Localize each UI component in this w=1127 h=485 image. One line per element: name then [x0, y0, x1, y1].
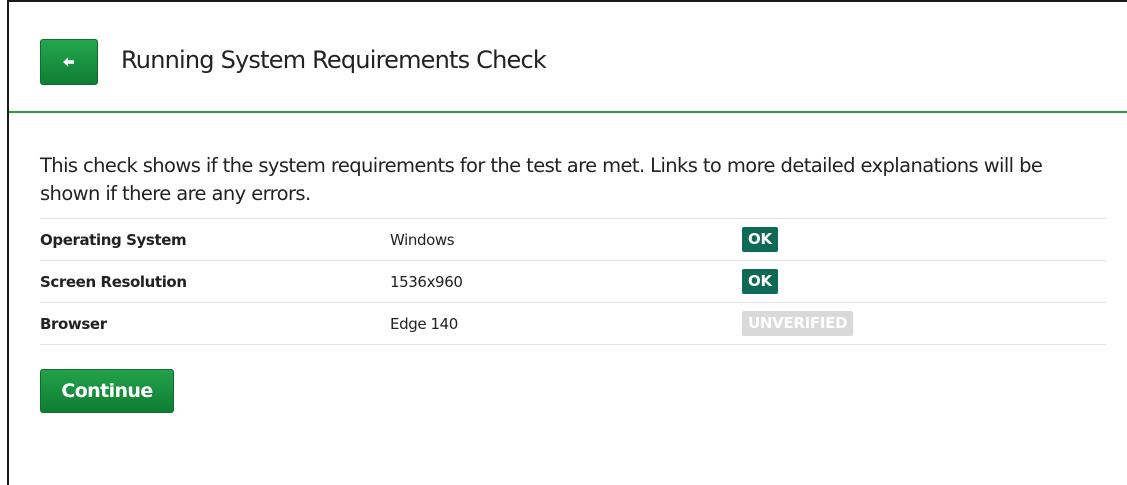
status-badge: OK [742, 269, 778, 294]
table-row: Browser Edge 140 UNVERIFIED [40, 302, 1106, 345]
requirement-value: Windows [390, 218, 742, 261]
arrow-left-icon [63, 57, 74, 67]
requirement-label: Operating System [40, 218, 390, 261]
requirements-table: Operating System Windows OK Screen Resol… [40, 218, 1106, 345]
intro-text: This check shows if the system requireme… [40, 154, 1043, 205]
table-row: Screen Resolution 1536x960 OK [40, 260, 1106, 303]
requirement-label: Browser [40, 302, 390, 345]
requirement-value: 1536x960 [390, 260, 742, 303]
back-button[interactable] [40, 39, 98, 85]
status-badge: OK [742, 227, 778, 252]
app-frame: Running System Requirements Check This c… [7, 0, 1127, 485]
continue-button[interactable]: Continue [40, 369, 174, 413]
requirement-value: Edge 140 [390, 302, 742, 345]
page-header: Running System Requirements Check [9, 2, 1127, 113]
page-title: Running System Requirements Check [121, 46, 547, 74]
status-badge: UNVERIFIED [742, 311, 854, 336]
requirement-label: Screen Resolution [40, 260, 390, 303]
table-row: Operating System Windows OK [40, 218, 1106, 261]
